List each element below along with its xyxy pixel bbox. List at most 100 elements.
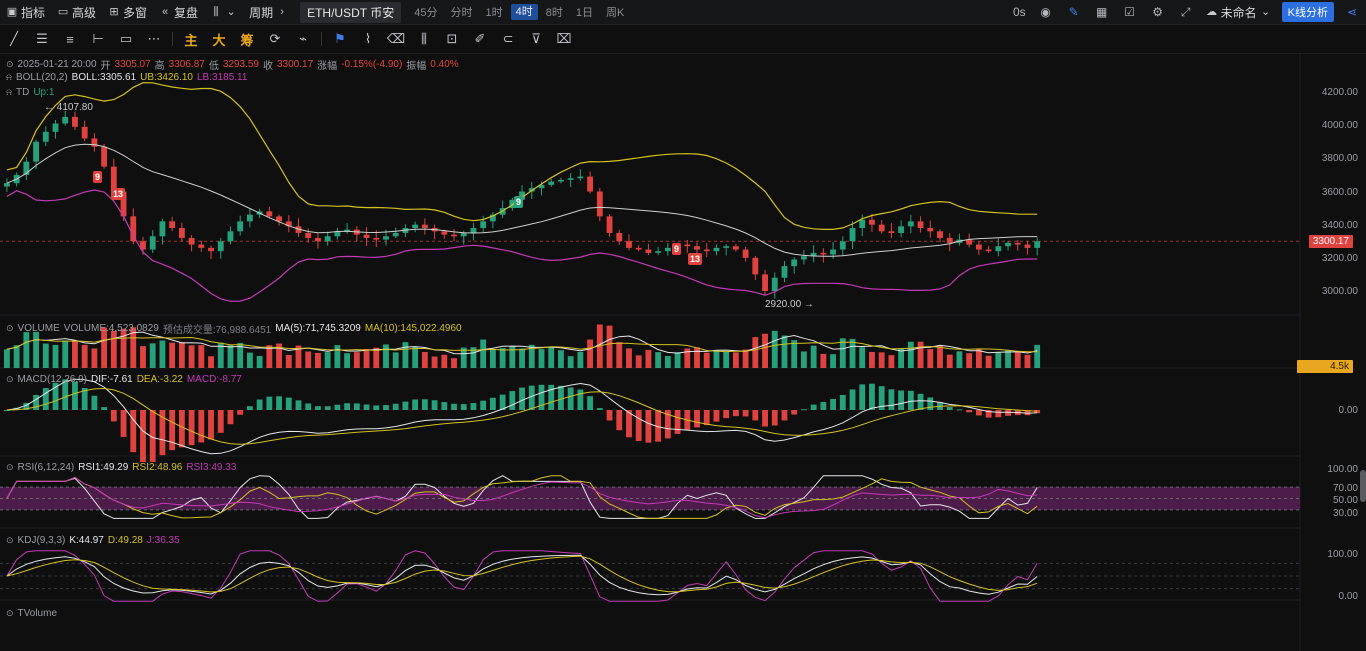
period-tab[interactable]: 45分 xyxy=(409,4,442,20)
period-tab[interactable]: 1日 xyxy=(571,4,598,20)
candle xyxy=(1024,244,1031,248)
trash-icon[interactable]: ⌧ xyxy=(550,25,578,53)
lock-icon[interactable]: ⊡ xyxy=(438,25,466,53)
volume-bar xyxy=(315,352,321,368)
volume-bar xyxy=(1024,354,1031,368)
layout-selector[interactable]: ☁ 未命名 ⌄ xyxy=(1200,0,1278,24)
macd-histogram-bar xyxy=(42,388,49,410)
rsi3-value: RSI3:49.33 xyxy=(186,462,237,473)
ruler-icon[interactable]: ⌇ xyxy=(354,25,382,53)
volume-bar xyxy=(52,344,59,368)
top-right-tools: 0s ◉ ✎ ▦ ☑ ⚙ ⤢ ☁ 未命名 ⌄ K线分析 ⋖ xyxy=(1007,0,1366,24)
candle xyxy=(101,146,108,167)
period-tab[interactable]: 周K xyxy=(601,4,629,20)
chart-type-button[interactable]: ⫼ ⌄ xyxy=(204,0,243,24)
symbol-selector[interactable]: ETH/USDT 币安 xyxy=(294,0,407,24)
period-tab-active[interactable]: 4时 xyxy=(510,4,538,20)
rsi-axis-label: 100.00 xyxy=(1327,464,1358,475)
volume-bar xyxy=(256,355,263,368)
rectangle-icon[interactable]: ▭ xyxy=(112,25,140,53)
big-order-button[interactable]: 大 xyxy=(205,25,233,53)
multi-window-button[interactable]: ⊞ 多窗 xyxy=(102,0,153,24)
candle-tool-icon[interactable]: ⫼ xyxy=(410,25,438,53)
checkbox-icon[interactable]: ☑ xyxy=(1122,4,1138,20)
horizontal-line-icon[interactable]: ⊢ xyxy=(84,25,112,53)
macd-histogram-bar xyxy=(451,403,457,410)
candle xyxy=(762,274,768,291)
candle xyxy=(383,236,389,240)
boll-name: BOLL(20,2) xyxy=(15,72,68,83)
gear-icon[interactable]: ⚙ xyxy=(1150,4,1166,20)
indicators-button[interactable]: ▣ 指标 xyxy=(0,0,51,24)
candle xyxy=(470,227,477,233)
candle xyxy=(577,176,584,179)
filter-icon[interactable]: ⊽ xyxy=(522,25,550,53)
chart-canvas[interactable] xyxy=(0,54,1366,651)
volume-bar xyxy=(558,350,564,368)
image-icon[interactable]: ▦ xyxy=(1094,4,1110,20)
bell-icon[interactable]: ⍾ xyxy=(6,87,12,98)
volume-bar xyxy=(188,345,195,368)
period-button[interactable]: 周期 › xyxy=(243,0,294,24)
k-analysis-button[interactable]: K线分析 xyxy=(1281,2,1334,22)
bell-icon[interactable]: ⍾ xyxy=(6,72,12,83)
candle xyxy=(791,259,798,267)
price-axis-label: 3400.00 xyxy=(1321,220,1358,231)
chip-button[interactable]: 筹 xyxy=(233,25,261,53)
macd-histogram-bar xyxy=(208,410,214,440)
volume-bar xyxy=(801,351,807,368)
magnet-icon[interactable]: ⊂ xyxy=(494,25,522,53)
volume-bar xyxy=(480,339,487,368)
cloud-icon: ☁ xyxy=(1206,6,1218,18)
bookmark-icon[interactable]: ⚑ xyxy=(326,25,354,53)
period-tab[interactable]: 1时 xyxy=(480,4,507,20)
macd-histogram-bar xyxy=(674,410,681,434)
candle xyxy=(995,246,1002,252)
volume-bar xyxy=(694,347,700,368)
volume-bar xyxy=(577,351,584,368)
period-tab[interactable]: 分时 xyxy=(445,4,477,20)
ohlc-legend: ⊙ 2025-01-21 20:00 开 3305.07 高 3306.87 低 32… xyxy=(6,57,459,72)
fib-icon[interactable]: ≡ xyxy=(56,25,84,53)
line-tool-icon[interactable]: ╱ xyxy=(0,25,28,53)
macd-histogram-bar xyxy=(431,400,438,410)
parallel-lines-icon[interactable]: ☰ xyxy=(28,25,56,53)
share-icon[interactable]: ⋖ xyxy=(1344,4,1360,20)
main-force-button[interactable]: 主 xyxy=(177,25,205,53)
camera-icon[interactable]: ◉ xyxy=(1038,4,1054,20)
macd-histogram-bar xyxy=(956,409,963,411)
pencil-icon[interactable]: ✎ xyxy=(1066,4,1082,20)
volume-bar xyxy=(626,348,632,368)
td-marker: 9 xyxy=(93,171,103,183)
fullscreen-icon[interactable]: ⤢ xyxy=(1178,4,1194,20)
brush-icon[interactable]: ⌁ xyxy=(289,25,317,53)
volume-name: VOLUME xyxy=(17,323,60,334)
price-axis-label: 3600.00 xyxy=(1321,187,1358,198)
collapse-icon[interactable]: ⊙ xyxy=(6,608,14,619)
candle xyxy=(713,247,720,252)
candle xyxy=(626,241,632,248)
candle xyxy=(616,232,623,242)
collapse-icon[interactable]: ⊙ xyxy=(6,59,14,70)
period-tab[interactable]: 8时 xyxy=(541,4,568,20)
collapse-icon[interactable]: ⊙ xyxy=(6,535,14,546)
volume-bar xyxy=(324,352,331,368)
collapse-icon[interactable]: ⊙ xyxy=(6,374,14,385)
collapse-icon[interactable]: ⊙ xyxy=(6,462,14,473)
eraser-icon[interactable]: ⌫ xyxy=(382,25,410,53)
refresh-icon[interactable]: ⟳ xyxy=(261,25,289,53)
note-icon[interactable]: ✐ xyxy=(466,25,494,53)
scrollbar[interactable] xyxy=(1360,470,1366,502)
macd-axis-label: 0.00 xyxy=(1338,405,1358,416)
more-tools-icon[interactable]: ⋯ xyxy=(140,25,168,53)
volume-bar xyxy=(587,339,594,368)
candle xyxy=(849,227,856,242)
chevron-down-icon: ⌄ xyxy=(226,6,236,18)
advanced-button[interactable]: ▭ 高级 xyxy=(51,0,102,24)
low-value: 3293.59 xyxy=(222,59,259,70)
volume-bar xyxy=(810,345,817,368)
candle xyxy=(227,231,234,242)
replay-button[interactable]: « 复盘 xyxy=(153,0,204,24)
collapse-icon[interactable]: ⊙ xyxy=(6,323,14,334)
macd-dif: DIF:-7.61 xyxy=(91,374,133,385)
